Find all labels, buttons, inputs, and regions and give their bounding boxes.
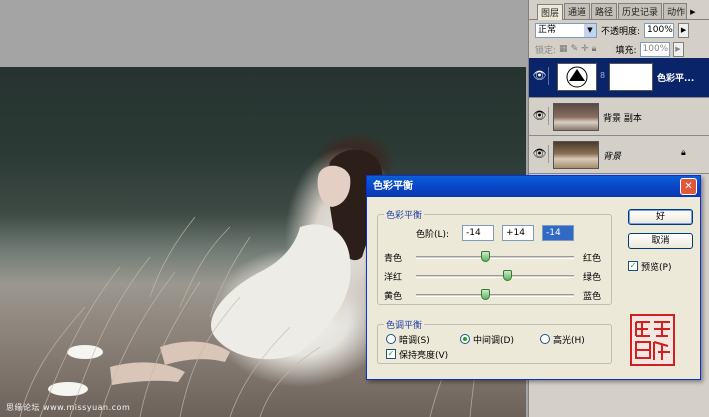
tab-layers[interactable]: 图层 — [537, 4, 564, 20]
layer-row-color-balance[interactable]: 👁︎ 8 色彩平... — [529, 58, 709, 98]
level-yellow-blue-input[interactable]: -14 — [542, 225, 574, 241]
lock-move-icon[interactable]: ✛ — [581, 44, 589, 54]
highlights-radio[interactable] — [540, 334, 550, 344]
panel-menu-icon[interactable]: ▶ — [690, 8, 695, 16]
highlights-label: 高光(H) — [553, 336, 585, 346]
dialog-title: 色彩平衡 — [373, 181, 413, 192]
level-magenta-green-input[interactable]: +14 — [502, 225, 534, 241]
opacity-label: 不透明度: — [601, 26, 641, 37]
layer-name: 背景 副本 — [603, 114, 642, 124]
preview-checkbox[interactable]: ✓ — [628, 261, 638, 271]
blend-mode-select[interactable]: 正常 ▼ — [535, 22, 597, 38]
opacity-input[interactable]: 100% — [644, 22, 675, 38]
eye-icon[interactable]: 👁︎ — [531, 67, 549, 85]
seal-stamp-logo — [630, 314, 675, 366]
lock-transparency-icon[interactable]: ▦ — [559, 44, 568, 54]
eye-icon[interactable]: 👁︎ — [531, 107, 549, 125]
slider-left-label: 黄色 — [384, 292, 403, 302]
level-cyan-red-input[interactable]: -14 — [462, 225, 494, 241]
link-icon: 8 — [600, 71, 606, 80]
eye-icon[interactable]: 👁︎ — [531, 145, 549, 163]
blend-mode-value: 正常 — [538, 24, 557, 35]
preserve-luminosity-checkbox[interactable]: ✓ — [386, 349, 396, 359]
preserve-luminosity-label: 保持亮度(V) — [399, 351, 449, 361]
group-title: 色调平衡 — [384, 318, 425, 331]
layer-row-background-copy[interactable]: 👁︎ 背景 副本 — [529, 98, 709, 136]
layer-thumbnail — [553, 141, 599, 169]
tab-history[interactable]: 历史记录 — [618, 3, 663, 19]
blend-opacity-row: 正常 ▼ 不透明度: 100% ▶ — [529, 20, 709, 40]
tab-channels[interactable]: 通道 — [564, 3, 591, 19]
dialog-title-bar[interactable]: 色彩平衡 ✕ — [367, 176, 700, 197]
close-icon[interactable]: ✕ — [680, 178, 697, 195]
layer-name: 背景 — [603, 152, 622, 162]
layer-name: 色彩平... — [657, 74, 695, 84]
fill-slider-button[interactable]: ▶ — [672, 41, 684, 57]
slider-left-label: 洋红 — [384, 273, 403, 283]
watermark-text: 思缘论坛 www.missyuan.com — [6, 403, 131, 412]
shadows-label: 暗调(S) — [399, 336, 430, 346]
cyan-red-slider-thumb[interactable] — [481, 251, 490, 262]
group-title: 色彩平衡 — [384, 208, 425, 221]
slider-left-label: 青色 — [384, 254, 403, 264]
slider-right-label: 红色 — [583, 254, 602, 264]
preview-label: 预览(P) — [641, 263, 672, 273]
fill-label: 填充: — [615, 45, 637, 56]
opacity-slider-button[interactable]: ▶ — [678, 22, 690, 38]
tone-balance-group: 色调平衡 暗调(S) 中间调(D) 高光(H) ✓ 保持亮度(V) — [377, 318, 612, 364]
midtones-radio[interactable] — [460, 334, 470, 344]
seal-glyphs — [635, 321, 670, 360]
magenta-green-slider-thumb[interactable] — [503, 270, 512, 281]
ok-button[interactable]: 好 — [628, 209, 693, 225]
balance-scale-icon — [566, 66, 588, 88]
cancel-button[interactable]: 取消 — [628, 233, 693, 249]
tab-paths[interactable]: 路径 — [591, 3, 618, 19]
magenta-green-slider-track[interactable] — [416, 275, 574, 278]
lock-icon: 🔒︎ — [681, 148, 686, 158]
color-balance-group: 色彩平衡 色阶(L): -14 +14 -14 青色 红色 洋红 绿色 黄色 蓝… — [377, 208, 612, 305]
lock-label: 锁定: — [535, 45, 557, 56]
lock-all-icon[interactable]: 🔒︎ — [592, 44, 597, 54]
layer-row-background[interactable]: 👁︎ 背景 🔒︎ — [529, 136, 709, 174]
levels-label: 色阶(L): — [416, 230, 450, 240]
lock-fill-row: 锁定: ▦ ✎ ✛ 🔒︎ 填充: 100% ▶ — [529, 40, 709, 58]
fill-input[interactable]: 100% — [639, 41, 670, 57]
adjustment-thumbnail — [557, 63, 597, 91]
slider-right-label: 绿色 — [583, 273, 602, 283]
layer-thumbnail — [553, 103, 599, 131]
yellow-blue-slider-track[interactable] — [416, 294, 574, 297]
panel-tabs: 图层 通道 路径 历史记录 动作 ▶ — [529, 0, 709, 20]
chevron-down-icon: ▼ — [584, 23, 596, 37]
color-balance-dialog: 色彩平衡 ✕ 色彩平衡 色阶(L): -14 +14 -14 青色 红色 洋红 … — [366, 175, 701, 380]
slider-right-label: 蓝色 — [583, 292, 602, 302]
mask-thumbnail[interactable] — [609, 63, 653, 91]
tab-actions[interactable]: 动作 — [663, 3, 688, 19]
lock-brush-icon[interactable]: ✎ — [571, 44, 579, 54]
cyan-red-slider-track[interactable] — [416, 256, 574, 259]
yellow-blue-slider-thumb[interactable] — [481, 289, 490, 300]
midtones-label: 中间调(D) — [473, 336, 514, 346]
shadows-radio[interactable] — [386, 334, 396, 344]
